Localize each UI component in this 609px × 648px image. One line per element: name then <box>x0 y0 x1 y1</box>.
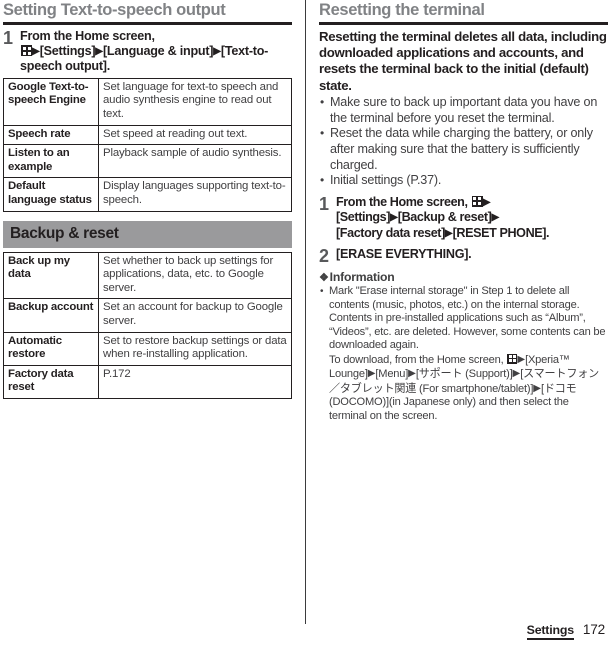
row-value: Set an account for backup to Google serv… <box>98 298 292 333</box>
row-key: Back up my data <box>3 251 99 300</box>
step-1-left: 1 From the Home screen, ▶[Settings]▶[Lan… <box>3 29 292 75</box>
row-key: Factory data reset <box>3 364 99 399</box>
arrow-icon: ▶ <box>444 227 453 239</box>
step-part-factory-reset: [Factory data reset] <box>336 225 445 240</box>
info-text-a: Mark "Erase internal storage" in Step 1 … <box>329 285 606 351</box>
row-value: Set speed at reading out text. <box>98 124 292 146</box>
page-title-left: Setting Text-to-speech output <box>3 1 226 19</box>
manual-page: Setting Text-to-speech output 1 From the… <box>0 0 609 648</box>
page-title-right: Resetting the terminal <box>319 1 485 19</box>
table-row: Default language status Display language… <box>3 177 292 212</box>
arrow-icon: ▶ <box>95 46 103 57</box>
row-value: Set whether to back up settings for appl… <box>98 251 292 300</box>
step-text: From the Home screen, ▶[Settings]▶[Langu… <box>20 29 292 75</box>
arrow-icon: ▶ <box>482 196 491 208</box>
list-item: Reset the data while charging the batter… <box>319 126 608 173</box>
arrow-icon: ▶ <box>517 353 526 365</box>
heading-rule-left <box>3 22 292 25</box>
footer-page-number: 172 <box>582 622 605 637</box>
app-grid-icon <box>21 45 32 56</box>
step-text: [ERASE EVERYTHING]. <box>336 247 472 261</box>
step-number: 1 <box>319 193 330 214</box>
row-key: Google Text-to-speech Engine <box>3 77 99 126</box>
left-column: Setting Text-to-speech output 1 From the… <box>3 0 292 399</box>
row-value: Set to restore backup settings or data w… <box>98 331 292 366</box>
diamond-icon: ❖ <box>319 272 329 284</box>
information-list: Mark "Erase internal storage" in Step 1 … <box>319 285 608 423</box>
arrow-icon: ▶ <box>213 46 221 57</box>
info-text-b: To download, from the Home screen, <box>329 353 504 366</box>
step-line-1: From the Home screen, <box>336 194 468 209</box>
table-row: Automatic restore Set to restore backup … <box>3 331 292 366</box>
row-key: Backup account <box>3 298 99 333</box>
arrow-icon: ▶ <box>491 212 500 224</box>
information-label: Information <box>329 270 395 284</box>
arrow-icon: ▶ <box>32 46 40 57</box>
step-part-settings: [Settings] <box>39 44 96 58</box>
arrow-icon: ▶ <box>533 382 541 394</box>
info-text-e: [サポート (Support)] <box>415 368 513 380</box>
row-value: Display languages supporting text-to-spe… <box>98 177 292 212</box>
app-grid-icon <box>507 353 518 364</box>
table-row: Back up my data Set whether to back up s… <box>3 251 292 300</box>
step-part-reset-phone: [RESET PHONE]. <box>452 225 550 240</box>
list-item: Mark "Erase internal storage" in Step 1 … <box>319 285 608 423</box>
app-grid-icon <box>471 195 483 207</box>
step-text: From the Home screen, ▶ [Settings]▶[Backu… <box>336 195 608 241</box>
heading-rule-right <box>319 22 608 25</box>
tts-settings-table: Google Text-to-speech Engine Set languag… <box>3 77 292 212</box>
reset-notes-list: Make sure to back up important data you … <box>319 95 608 189</box>
row-key: Default language status <box>3 177 99 212</box>
list-item: Make sure to back up important data you … <box>319 95 608 126</box>
backup-reset-table: Back up my data Set whether to back up s… <box>3 251 292 399</box>
step-part-backup-reset: [Backup & reset] <box>397 210 492 225</box>
right-column: Resetting the terminal Resetting the ter… <box>319 0 608 423</box>
table-row: Backup account Set an account for backup… <box>3 298 292 333</box>
row-value: Playback sample of audio synthesis. <box>98 144 292 179</box>
table-row: Factory data reset P.172 <box>3 364 292 399</box>
row-key: Speech rate <box>3 124 99 146</box>
table-row: Speech rate Set speed at reading out tex… <box>3 124 292 146</box>
row-key: Listen to an example <box>3 144 99 179</box>
table-row: Google Text-to-speech Engine Set languag… <box>3 77 292 126</box>
arrow-icon: ▶ <box>390 212 398 224</box>
intro-paragraph: Resetting the terminal deletes all data,… <box>319 28 607 93</box>
step-part-settings: [Settings] <box>336 210 391 225</box>
step-part-language: [Language & input] <box>102 44 214 58</box>
step-number: 1 <box>3 27 14 48</box>
table-row: Listen to an example Playback sample of … <box>3 144 292 179</box>
row-value: Set language for text-to speech and audi… <box>98 77 292 126</box>
section-band-backup-reset: Backup & reset <box>3 220 292 248</box>
column-divider <box>305 0 306 624</box>
information-heading: ❖Information <box>319 270 608 284</box>
list-item: Initial settings (P.37). <box>319 173 608 189</box>
step-number: 2 <box>319 246 330 266</box>
step-1-right: 1 From the Home screen, ▶ [Settings]▶[Bac… <box>319 195 608 241</box>
info-text-d: [Menu] <box>375 368 409 380</box>
page-footer: Settings 172 <box>526 622 605 640</box>
arrow-icon: ▶ <box>408 368 416 379</box>
row-value: P.172 <box>98 364 292 399</box>
row-key: Automatic restore <box>3 331 99 366</box>
step-line-1: From the Home screen, <box>20 28 155 43</box>
footer-chapter-label: Settings <box>526 623 574 640</box>
step-2-right: 2 [ERASE EVERYTHING]. <box>319 247 608 265</box>
